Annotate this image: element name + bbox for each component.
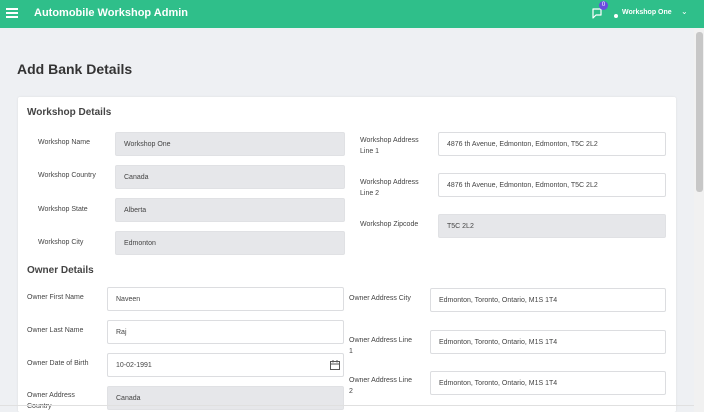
owner-line1-field[interactable]: Edmonton, Toronto, Ontario, M1S 1T4	[430, 330, 666, 354]
owner-last-name-field[interactable]: Raj	[107, 320, 344, 344]
workshop-city-label: Workshop City	[38, 239, 84, 246]
workshop-address1-label: Workshop Address Line 1	[360, 137, 419, 155]
workshop-zipcode-label: Workshop Zipcode	[360, 221, 419, 228]
owner-dob-label: Owner Date of Birth	[27, 360, 89, 367]
top-bar: Automobile Workshop Admin 0 Workshop One…	[0, 0, 704, 28]
chevron-down-icon[interactable]: ⌄	[681, 7, 688, 16]
divider	[0, 405, 694, 406]
owner-section-title: Owner Details	[27, 265, 94, 276]
owner-country-label: Owner Address Country	[27, 392, 75, 410]
workshop-state-label: Workshop State	[38, 206, 88, 213]
workshop-section-title: Workshop Details	[27, 107, 112, 118]
form-card: Workshop Details Workshop Name Workshop …	[18, 97, 676, 412]
user-menu-name[interactable]: Workshop One	[622, 9, 672, 16]
owner-city-field[interactable]: Edmonton, Toronto, Ontario, M1S 1T4	[430, 288, 666, 312]
notification-badge: 0	[599, 1, 608, 10]
workshop-address2-label: Workshop Address Line 2	[360, 179, 419, 197]
calendar-icon[interactable]	[330, 360, 340, 370]
workshop-country-label: Workshop Country	[38, 172, 96, 179]
scrollbar-thumb[interactable]	[696, 32, 703, 192]
app-title: Automobile Workshop Admin	[34, 7, 188, 19]
workshop-address2-field[interactable]: 4876 th Avenue, Edmonton, Edmonton, T5C …	[438, 173, 666, 197]
menu-icon[interactable]	[6, 8, 18, 18]
owner-line2-label: Owner Address Line 2	[349, 377, 413, 395]
workshop-zipcode-field[interactable]: T5C 2L2	[438, 214, 666, 238]
user-status-dot	[614, 14, 618, 18]
workshop-name-field[interactable]: Workshop One	[115, 132, 345, 156]
workshop-country-field[interactable]: Canada	[115, 165, 345, 189]
owner-first-name-field[interactable]: Naveen	[107, 287, 344, 311]
workshop-address1-field[interactable]: 4876 th Avenue, Edmonton, Edmonton, T5C …	[438, 132, 666, 156]
owner-dob-field[interactable]: 10-02-1991	[107, 353, 344, 377]
workshop-name-label: Workshop Name	[38, 139, 91, 146]
workshop-state-field[interactable]: Alberta	[115, 198, 345, 222]
owner-city-label: Owner Address City	[349, 295, 411, 302]
owner-country-field[interactable]: Canada	[107, 386, 344, 410]
owner-line1-label: Owner Address Line 1	[349, 337, 413, 355]
owner-last-name-label: Owner Last Name	[27, 327, 84, 334]
workshop-city-field[interactable]: Edmonton	[115, 231, 345, 255]
page-title: Add Bank Details	[17, 61, 133, 77]
owner-line2-field[interactable]: Edmonton, Toronto, Ontario, M1S 1T4	[430, 371, 666, 395]
owner-first-name-label: Owner First Name	[27, 294, 84, 301]
